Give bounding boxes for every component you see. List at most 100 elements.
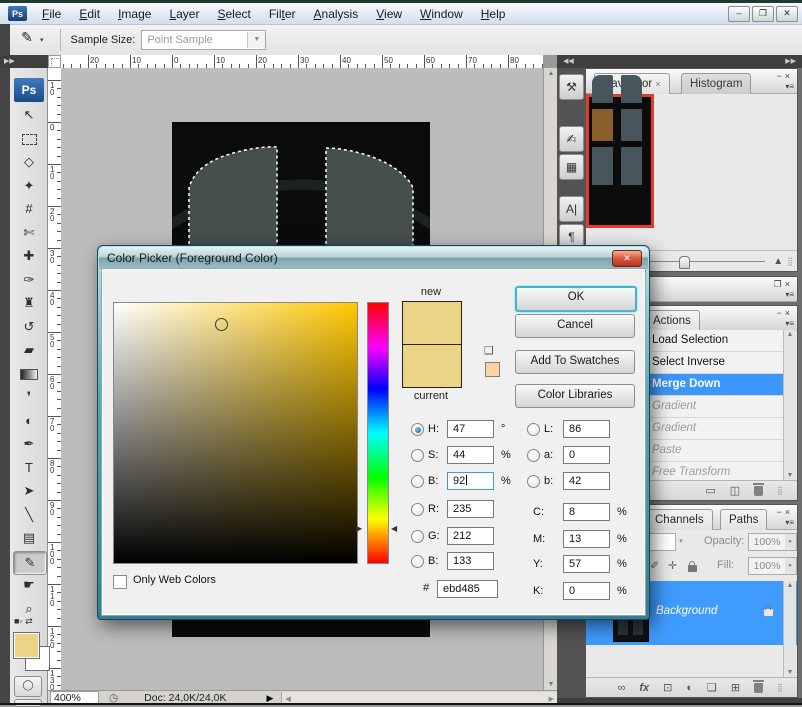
lab-b-radio[interactable] (527, 475, 540, 488)
tab-channels[interactable]: Channels (646, 509, 713, 530)
tool-dodge[interactable]: ◐ (13, 410, 45, 432)
panel-minimize-icon[interactable]: − (776, 71, 784, 81)
panel-menu-icon[interactable]: ▾≡ (785, 518, 794, 527)
panel-close-icon[interactable]: × (785, 279, 793, 289)
tool-slice[interactable]: ✄ (13, 222, 45, 244)
sample-size-dropdown[interactable]: Point Sample ▼ (141, 30, 266, 50)
adjustment-layer-icon[interactable]: ◐ (686, 682, 693, 694)
tool-line[interactable]: ╲ (13, 504, 45, 526)
tool-hand[interactable]: ☛ (13, 574, 45, 596)
dropdown-caret-icon[interactable]: ▾ (674, 533, 688, 551)
tool-eyedropper[interactable]: ✎ (13, 551, 47, 575)
color-libraries-button[interactable]: Color Libraries (515, 384, 635, 408)
l-field[interactable]: 86 (563, 420, 610, 438)
hex-field[interactable]: ebd485 (437, 580, 498, 598)
menu-file[interactable]: File (33, 5, 70, 23)
close-button[interactable]: ✕ (776, 6, 798, 22)
resize-grip-icon[interactable]: ⣿ (777, 486, 783, 495)
dock-collapse-left-icon[interactable]: ◀◀ (563, 58, 574, 65)
tab-paths[interactable]: Paths (720, 509, 767, 530)
scroll-up-icon[interactable]: ▲ (784, 582, 796, 589)
c-field[interactable]: 8 (563, 503, 610, 521)
panel-close-icon[interactable]: × (785, 507, 793, 517)
dropdown-caret-icon[interactable]: ▼ (247, 32, 265, 48)
hue-arrow-right-icon[interactable]: ◀ (391, 524, 397, 533)
layer-mask-icon[interactable]: ⊡ (663, 681, 672, 694)
panel-icon-brushes[interactable]: ✍ (559, 126, 584, 152)
tool-quick-selection[interactable]: ✦ (13, 175, 45, 197)
menu-layer[interactable]: Layer (160, 5, 208, 23)
dialog-titlebar[interactable]: Color Picker (Foreground Color) ✕ (99, 247, 648, 269)
layer-group-icon[interactable]: ❏ (707, 681, 717, 694)
only-web-colors-checkbox[interactable] (113, 575, 127, 589)
menu-filter[interactable]: Filter (260, 5, 305, 23)
panel-minimize-icon[interactable]: − (776, 507, 784, 517)
h-field[interactable]: 47 (447, 420, 494, 438)
panel-menu-icon[interactable]: ▾≡ (785, 82, 794, 91)
panel-restore-icon[interactable]: ❐ (774, 279, 785, 289)
s-radio[interactable] (411, 449, 424, 462)
layer-style-fx-icon[interactable]: fx (639, 682, 649, 694)
tool-crop[interactable]: # (13, 198, 45, 220)
menu-edit[interactable]: Edit (70, 5, 109, 23)
scroll-right-icon[interactable]: ▶ (549, 695, 554, 703)
new-action-camera-icon[interactable]: ◫ (730, 484, 740, 497)
menu-image[interactable]: Image (109, 5, 160, 23)
trash-icon[interactable] (754, 486, 763, 496)
tab-histogram[interactable]: Histogram (681, 73, 751, 94)
g-field[interactable]: 212 (447, 527, 494, 545)
lock-all-icon[interactable] (688, 565, 697, 572)
color-field-marker[interactable] (215, 318, 228, 331)
dialog-close-button[interactable]: ✕ (612, 250, 642, 267)
hue-arrow-left-icon[interactable]: ▶ (356, 524, 362, 533)
tool-brush[interactable]: ✑ (13, 269, 45, 291)
panel-menu-icon[interactable]: ▾≡ (785, 290, 794, 299)
lock-brush-icon[interactable]: ✐ (650, 559, 659, 572)
b2-radio[interactable] (411, 555, 424, 568)
menu-help[interactable]: Help (472, 5, 515, 23)
photoshop-logo-button[interactable]: Ps (14, 78, 44, 102)
foreground-color-swatch[interactable] (13, 632, 40, 659)
tool-blur[interactable]: ❜ (13, 386, 45, 408)
dock-collapse-right-icon[interactable]: ▶▶ (785, 55, 796, 68)
tool-healing-brush[interactable]: ✚ (13, 245, 45, 267)
ok-button[interactable]: OK (515, 286, 637, 312)
r-field[interactable]: 235 (447, 500, 494, 518)
scroll-down-icon[interactable]: ▼ (784, 472, 796, 479)
b-radio[interactable] (411, 475, 424, 488)
menu-window[interactable]: Window (411, 5, 472, 23)
b-field[interactable]: 92 (447, 472, 494, 490)
tool-eraser[interactable]: ▰ (13, 339, 45, 361)
resize-grip-icon[interactable]: ⣿ (777, 683, 783, 692)
menu-select[interactable]: Select (208, 5, 259, 23)
web-gamut-cube-icon[interactable]: ❑ (484, 344, 494, 357)
tool-type[interactable]: T (13, 457, 45, 479)
panel-icon-tool-presets[interactable]: ⚒ (559, 74, 584, 100)
scroll-up-icon[interactable]: ▲ (784, 331, 796, 338)
b2-field[interactable]: 133 (447, 552, 494, 570)
quick-mask-button[interactable]: ◯ (14, 676, 42, 697)
navigator-proxy-view[interactable] (586, 94, 654, 228)
panel-icon-layer-comps[interactable]: ▦ (559, 154, 584, 180)
swap-colors-icon[interactable]: ■▫ ⇄ (14, 616, 44, 630)
layers-scrollbar[interactable]: ▲ ▼ (783, 581, 796, 677)
opacity-spinner-icon[interactable]: ▸ (785, 533, 797, 551)
add-to-swatches-button[interactable]: Add To Swatches (515, 350, 635, 374)
new-layer-icon[interactable]: ⊞ (731, 681, 740, 694)
minimize-button[interactable]: – (728, 6, 750, 22)
button-mode-icon[interactable]: ▭ (705, 484, 715, 497)
tab-close-icon[interactable]: × (655, 79, 660, 89)
l-radio[interactable] (527, 423, 540, 436)
r-radio[interactable] (411, 503, 424, 516)
scroll-down-icon[interactable]: ▼ (545, 681, 557, 688)
panel-minimize-icon[interactable]: − (776, 308, 784, 318)
a-radio[interactable] (527, 449, 540, 462)
tool-lasso[interactable]: ◇ (13, 151, 45, 173)
m-field[interactable]: 13 (563, 530, 610, 548)
tab-actions[interactable]: Actions (644, 310, 700, 331)
zoom-in-mountain-icon[interactable]: ▲ (773, 256, 783, 267)
resize-grip-icon[interactable]: ⣿ (787, 257, 793, 266)
tool-path-selection[interactable]: ➤ (13, 480, 45, 502)
g-radio[interactable] (411, 530, 424, 543)
hue-slider[interactable] (367, 302, 389, 564)
